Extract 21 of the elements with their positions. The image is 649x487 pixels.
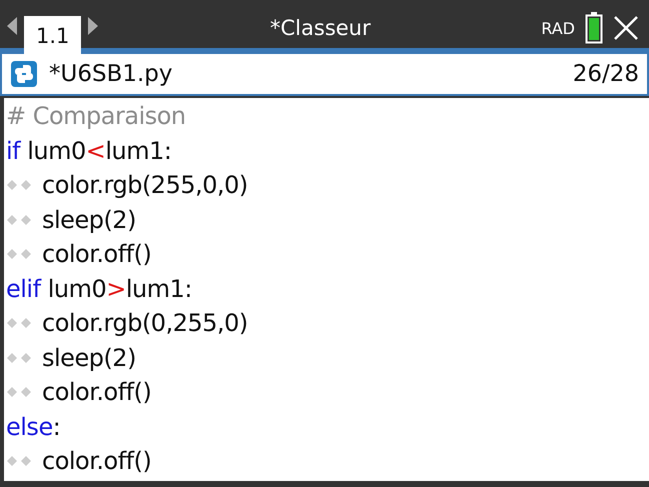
right-arrow-icon[interactable] xyxy=(87,16,100,36)
code-line: color.off() xyxy=(42,240,152,268)
file-name: *U6SB1.py xyxy=(49,61,174,87)
snake-logo-icon xyxy=(11,61,37,87)
line-position: 26/28 xyxy=(572,61,639,87)
code-line: if lum0<lum1: xyxy=(6,136,172,165)
code-line: color.off() xyxy=(42,447,152,476)
code-line: sleep(2) xyxy=(42,344,136,372)
page-tab[interactable]: 1.1 xyxy=(24,16,82,54)
code-line: else: xyxy=(6,412,60,441)
code-line: color.off() xyxy=(42,378,152,406)
code-line: color.rgb(0,255,0) xyxy=(42,309,248,338)
left-arrow-icon[interactable] xyxy=(6,16,18,36)
battery-icon xyxy=(585,12,603,44)
angle-mode: RAD xyxy=(541,18,575,38)
code-line: elif lum0>lum1: xyxy=(6,274,192,303)
code-line: # Comparaison xyxy=(6,102,186,130)
close-icon[interactable] xyxy=(613,15,639,41)
code-line: sleep(2) xyxy=(42,206,136,234)
code-line: color.rgb(255,0,0) xyxy=(42,171,248,200)
document-title: *Classeur xyxy=(269,16,372,40)
